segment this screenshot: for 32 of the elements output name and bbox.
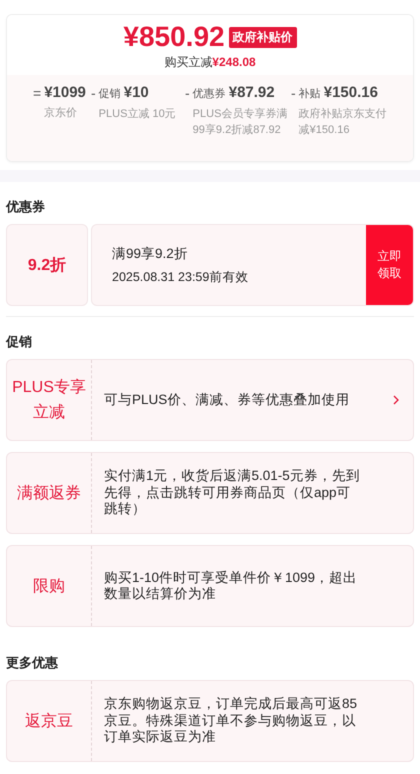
operator-sign: - bbox=[291, 84, 296, 103]
breakdown-note: PLUS会员专享券满99享9.2折减87.92 bbox=[192, 106, 288, 138]
breakdown-note: 京东价 bbox=[44, 106, 78, 121]
promotion-card[interactable]: PLUS专享立减 可与PLUS价、满减、券等优惠叠加使用 bbox=[6, 359, 414, 441]
breakdown-note: 政府补贴京东支付减¥150.16 bbox=[298, 106, 388, 138]
promotion-tag: PLUS专享立减 bbox=[7, 360, 92, 440]
promotion-text: 可与PLUS价、满减、券等优惠叠加使用 bbox=[104, 392, 350, 408]
coupon-condition: 满99享9.2折 bbox=[112, 244, 189, 262]
section-title: 更多优惠 bbox=[6, 654, 59, 672]
breakdown-amount: 促销 ¥10 bbox=[98, 83, 150, 103]
operator-sign: = bbox=[33, 84, 42, 103]
breakdown-note: PLUS立减 10元 bbox=[98, 106, 176, 122]
promotion-text: 京东购物返京豆，订单完成后最高可返85京豆。特殊渠道订单不参与购物返豆，以订单实际返豆为准 bbox=[104, 696, 358, 746]
promotion-text: 实付满1元，收货后返满5.01-5元券，先到先得，点击跳转可用券商品页（仅app可跳转） bbox=[104, 468, 361, 518]
section-title: 促销 bbox=[6, 333, 33, 351]
coupon-validity: 2025.08.31 23:59前有效 bbox=[112, 268, 250, 286]
section-title: 优惠券 bbox=[6, 198, 46, 216]
promotion-text: 购买1-10件时可享受单件价￥1099，超出数量以结算价为准 bbox=[104, 570, 358, 602]
final-price: ¥850.92 bbox=[123, 21, 225, 53]
chevron-right-icon bbox=[393, 395, 399, 405]
claim-button[interactable]: 立即领取 bbox=[366, 225, 413, 305]
saving-text: 购买立减¥248.08 bbox=[164, 54, 256, 71]
operator-sign: - bbox=[91, 84, 96, 103]
breakdown-amount: ¥1099 bbox=[44, 83, 86, 103]
promotion-tag: 限购 bbox=[7, 546, 92, 626]
promotion-tag: 返京豆 bbox=[7, 681, 92, 761]
breakdown-amount: 补贴 ¥150.16 bbox=[298, 83, 379, 103]
subsidy-badge: 政府补贴价 bbox=[228, 26, 297, 48]
breakdown-amount: 优惠券 ¥87.92 bbox=[192, 83, 276, 103]
operator-sign: - bbox=[185, 84, 190, 103]
promotion-tag: 满额返券 bbox=[7, 453, 92, 533]
discount-value: 9.2折 bbox=[6, 224, 88, 306]
